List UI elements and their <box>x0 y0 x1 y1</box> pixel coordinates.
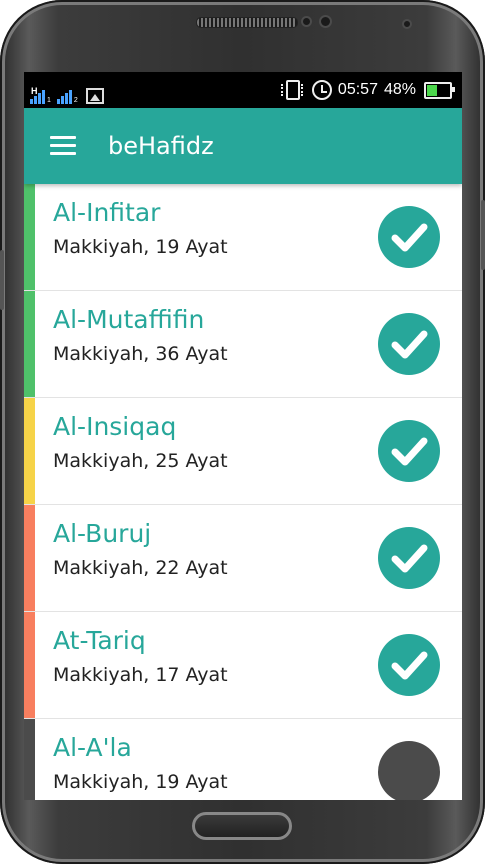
surah-info: Makkiyah, 19 Ayat <box>53 771 228 793</box>
surah-info: Makkiyah, 19 Ayat <box>53 236 228 258</box>
surah-name: Al-Infitar <box>53 198 161 227</box>
vibrate-icon <box>280 80 303 100</box>
front-sensor <box>301 16 312 27</box>
surah-name: Al-Mutaffifin <box>53 305 205 334</box>
status-left: H 1 2 <box>30 76 104 104</box>
hamburger-menu-icon[interactable] <box>50 136 76 156</box>
list-item[interactable]: Al-Infitar Makkiyah, 19 Ayat <box>24 184 462 291</box>
earpiece-speaker <box>196 17 298 28</box>
status-stripe <box>24 291 35 397</box>
phone-frame: H 1 2 05:57 48% beHafidz Al-Infitar Makk… <box>0 0 485 864</box>
image-icon <box>85 88 104 104</box>
screen: H 1 2 05:57 48% beHafidz Al-Infitar Makk… <box>24 72 462 800</box>
status-right: 05:57 48% <box>280 72 455 108</box>
unchecked-circle-icon[interactable] <box>378 741 440 800</box>
surah-list[interactable]: Al-Infitar Makkiyah, 19 Ayat Al-Mutaffifin… <box>24 184 462 800</box>
status-stripe <box>24 719 35 800</box>
status-stripe <box>24 505 35 611</box>
status-stripe <box>24 184 35 290</box>
app-bar: beHafidz <box>24 108 462 184</box>
front-camera <box>319 15 332 28</box>
side-button-left <box>0 250 4 310</box>
list-item[interactable]: Al-Buruj Makkiyah, 22 Ayat <box>24 505 462 612</box>
alarm-icon <box>311 80 332 100</box>
status-bar: H 1 2 05:57 48% <box>24 72 462 108</box>
checkmark-icon[interactable] <box>378 420 440 482</box>
status-stripe <box>24 612 35 718</box>
home-button[interactable] <box>192 812 292 840</box>
sim-index-label: 1 <box>47 97 51 104</box>
list-item[interactable]: Al-A'la Makkiyah, 19 Ayat <box>24 719 462 800</box>
surah-name: At-Tariq <box>53 626 146 655</box>
clock: 05:57 <box>337 81 378 98</box>
surah-info: Makkiyah, 36 Ayat <box>53 343 228 365</box>
battery-fill <box>427 84 437 96</box>
surah-name: Al-Buruj <box>53 519 152 548</box>
signal-icon: H 1 <box>30 86 51 104</box>
checkmark-icon[interactable] <box>378 206 440 268</box>
surah-info: Makkiyah, 22 Ayat <box>53 557 228 579</box>
side-button-right <box>481 200 485 270</box>
surah-info: Makkiyah, 17 Ayat <box>53 664 228 686</box>
surah-info: Makkiyah, 25 Ayat <box>53 450 228 472</box>
checkmark-icon[interactable] <box>378 634 440 696</box>
proximity-sensor <box>402 19 412 29</box>
status-stripe <box>24 398 35 504</box>
surah-name: Al-A'la <box>53 733 132 762</box>
list-item[interactable]: Al-Insiqaq Makkiyah, 25 Ayat <box>24 398 462 505</box>
list-item[interactable]: At-Tariq Makkiyah, 17 Ayat <box>24 612 462 719</box>
app-title: beHafidz <box>108 132 214 160</box>
battery-percent: 48% <box>383 81 416 98</box>
sim-index-label: 2 <box>73 97 78 104</box>
battery-icon <box>424 81 455 99</box>
checkmark-icon[interactable] <box>378 527 440 589</box>
list-item[interactable]: Al-Mutaffifin Makkiyah, 36 Ayat <box>24 291 462 398</box>
surah-name: Al-Insiqaq <box>53 412 177 441</box>
signal-icon: 2 <box>56 90 78 104</box>
checkmark-icon[interactable] <box>378 313 440 375</box>
network-type-label: H <box>31 86 38 96</box>
